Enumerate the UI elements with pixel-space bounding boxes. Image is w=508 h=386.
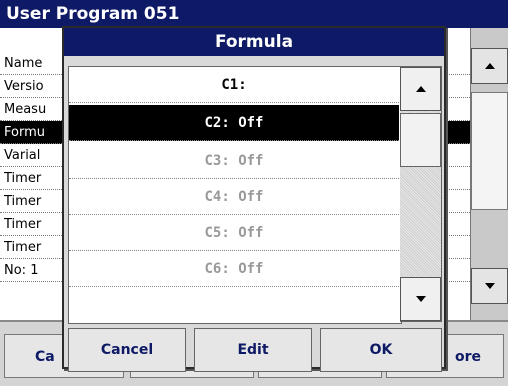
arrow-down-icon xyxy=(484,283,495,289)
arrow-up-icon xyxy=(484,63,495,69)
list-item-c6[interactable]: C6: Off xyxy=(69,251,399,287)
background-scroll-up-button[interactable] xyxy=(471,48,508,84)
list-item-c4[interactable]: C4: Off xyxy=(69,179,399,215)
formula-dialog: Formula C1: C2: Off C3: Off C4: Off C5: … xyxy=(62,26,446,372)
arrow-up-icon xyxy=(415,86,426,92)
list-item-c2[interactable]: C2: Off xyxy=(69,105,399,141)
dialog-scrollbar[interactable] xyxy=(400,66,442,322)
scroll-thumb[interactable] xyxy=(400,113,441,167)
background-scrollbar[interactable] xyxy=(470,28,508,320)
formula-list: C1: C2: Off C3: Off C4: Off C5: Off C6: … xyxy=(68,66,402,324)
background-title-bar: User Program 051 xyxy=(0,0,508,28)
background-scroll-thumb[interactable] xyxy=(471,92,508,210)
scroll-down-button[interactable] xyxy=(400,277,441,321)
list-item-c3[interactable]: C3: Off xyxy=(69,143,399,179)
scroll-up-button[interactable] xyxy=(400,67,441,111)
list-item-c1[interactable]: C1: xyxy=(69,67,399,103)
edit-button[interactable]: Edit xyxy=(194,328,312,372)
background-scroll-down-button[interactable] xyxy=(471,268,508,304)
dialog-title: Formula xyxy=(64,28,444,56)
ok-button[interactable]: OK xyxy=(320,328,442,372)
list-item-c5[interactable]: C5: Off xyxy=(69,215,399,251)
cancel-button[interactable]: Cancel xyxy=(68,328,186,372)
arrow-down-icon xyxy=(415,296,426,302)
